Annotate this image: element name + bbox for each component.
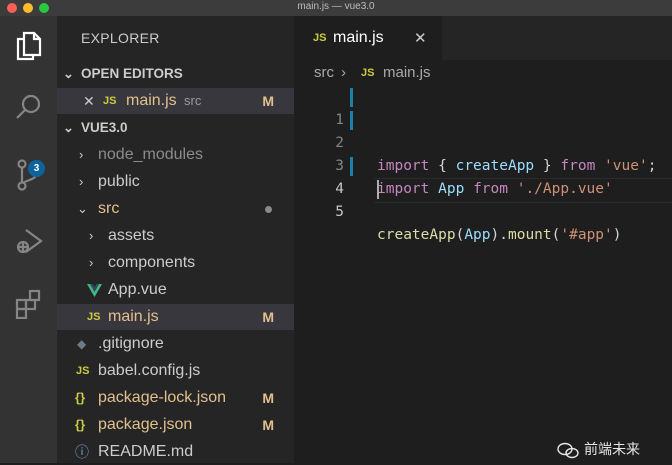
- open-editor-path: src: [184, 93, 202, 108]
- wechat-icon: [557, 442, 579, 459]
- close-icon[interactable]: ✕: [414, 29, 427, 47]
- run-debug-view-button[interactable]: [0, 216, 57, 266]
- watermark-text: 前端未来: [584, 442, 640, 458]
- js-file-icon: JS: [313, 32, 327, 44]
- title-bar: main.js — vue3.0: [0, 0, 672, 16]
- tree-item-label: .gitignore: [98, 335, 164, 352]
- tree-item-readme[interactable]: ⓘ README.md: [57, 439, 294, 465]
- js-file-icon: JS: [103, 95, 117, 107]
- tab-bar: JS main.js ✕: [294, 16, 672, 60]
- chevron-right-icon: ›: [79, 174, 84, 189]
- tree-item-label: package-lock.json: [98, 389, 227, 406]
- tree-item-label: README.md: [98, 443, 194, 460]
- tree-item-label: node_modules: [98, 146, 203, 163]
- git-file-icon: ◆: [77, 337, 87, 351]
- tree-item-node-modules[interactable]: › node_modules: [57, 142, 294, 168]
- chevron-right-icon: ›: [89, 228, 94, 243]
- source-control-view-button[interactable]: [0, 150, 57, 200]
- chevron-down-icon: ⌄: [63, 120, 74, 135]
- modified-dot: [265, 206, 272, 213]
- js-file-icon: JS: [76, 365, 90, 377]
- modified-gutter: [350, 157, 353, 176]
- breadcrumb: src › JS main.js: [294, 60, 672, 86]
- tree-item-main-js[interactable]: JS main.js M: [57, 304, 294, 330]
- code-line: 3: [294, 132, 672, 174]
- chevron-right-icon: ›: [79, 147, 84, 162]
- code-editor[interactable]: 1 import { createApp } from 'vue'; 2 imp…: [294, 86, 672, 463]
- line-number: 5: [335, 204, 344, 220]
- sidebar-title: EXPLORER: [81, 30, 160, 46]
- tree-item-gitignore[interactable]: ◆ .gitignore: [57, 331, 294, 357]
- tree-item-package-lock[interactable]: {} package-lock.json M: [57, 385, 294, 411]
- modified-gutter: [350, 88, 353, 107]
- info-icon: ⓘ: [75, 444, 89, 460]
- open-editor-filename: main.js: [126, 92, 177, 109]
- tree-item-label: components: [108, 254, 196, 271]
- modified-badge: M: [262, 417, 274, 433]
- code-text: createApp(App).mount('#app'): [377, 227, 622, 243]
- tree-item-babel-config[interactable]: JS babel.config.js: [57, 358, 294, 384]
- run-debug-icon: [16, 229, 43, 254]
- tree-item-components[interactable]: › components: [57, 250, 294, 276]
- open-editors-label: OPEN EDITORS: [81, 66, 183, 81]
- extensions-icon: [15, 289, 40, 319]
- modified-badge: M: [262, 309, 274, 325]
- vue-file-icon: [87, 284, 102, 297]
- open-editors-header[interactable]: ⌄ OPEN EDITORS: [57, 61, 294, 87]
- explorer-view-button[interactable]: [0, 21, 57, 71]
- json-file-icon: {}: [75, 417, 86, 432]
- tree-item-assets[interactable]: › assets: [57, 223, 294, 249]
- search-view-button[interactable]: [0, 82, 57, 132]
- tree-item-label: src: [98, 200, 120, 217]
- close-icon[interactable]: ✕: [83, 88, 95, 114]
- js-file-icon: JS: [361, 67, 375, 79]
- activity-bar: [0, 16, 57, 463]
- breadcrumb-folder[interactable]: src: [314, 60, 334, 86]
- source-control-badge: 3: [28, 160, 45, 177]
- tree-item-label: main.js: [108, 308, 159, 325]
- json-file-icon: {}: [75, 390, 86, 405]
- modified-badge: M: [262, 390, 274, 406]
- js-file-icon: JS: [87, 311, 101, 323]
- tree-item-label: assets: [108, 227, 155, 244]
- chevron-down-icon: ⌄: [63, 66, 74, 81]
- breadcrumb-separator: ›: [341, 64, 346, 81]
- code-line: 2 import App from './App.vue': [294, 109, 672, 197]
- text-cursor: [377, 180, 379, 199]
- tree-item-src[interactable]: ⌄ src: [57, 196, 294, 222]
- tab-label: main.js: [333, 29, 384, 46]
- tree-item-label: package.json: [98, 416, 193, 433]
- project-header[interactable]: ⌄ VUE3.0: [57, 115, 294, 141]
- tree-item-label: babel.config.js: [98, 362, 201, 379]
- tab-main-js[interactable]: JS main.js ✕: [294, 16, 442, 60]
- code-line: 4 createApp(App).mount('#app'): [294, 155, 672, 243]
- tree-item-label: public: [98, 173, 140, 190]
- window-title: main.js — vue3.0: [297, 1, 375, 12]
- explorer-sidebar: EXPLORER ⌄ OPEN EDITORS ✕ JS main.js src…: [57, 16, 294, 463]
- chevron-down-icon: ⌄: [77, 201, 88, 216]
- project-label: VUE3.0: [81, 120, 128, 135]
- tree-item-package-json[interactable]: {} package.json M: [57, 412, 294, 438]
- search-icon: [15, 94, 40, 119]
- chevron-right-icon: ›: [89, 255, 94, 270]
- extensions-view-button[interactable]: [0, 278, 57, 328]
- modified-gutter: [350, 111, 353, 130]
- tree-item-app-vue[interactable]: App.vue: [57, 277, 294, 303]
- code-line: 5: [294, 178, 672, 220]
- open-editor-item[interactable]: ✕ JS main.js src M: [57, 88, 294, 114]
- tree-item-label: App.vue: [108, 281, 167, 298]
- tree-item-public[interactable]: › public: [57, 169, 294, 195]
- modified-badge: M: [262, 93, 274, 109]
- files-icon: [16, 31, 41, 61]
- code-line: 1 import { createApp } from 'vue';: [294, 86, 672, 174]
- breadcrumb-file[interactable]: main.js: [383, 60, 431, 86]
